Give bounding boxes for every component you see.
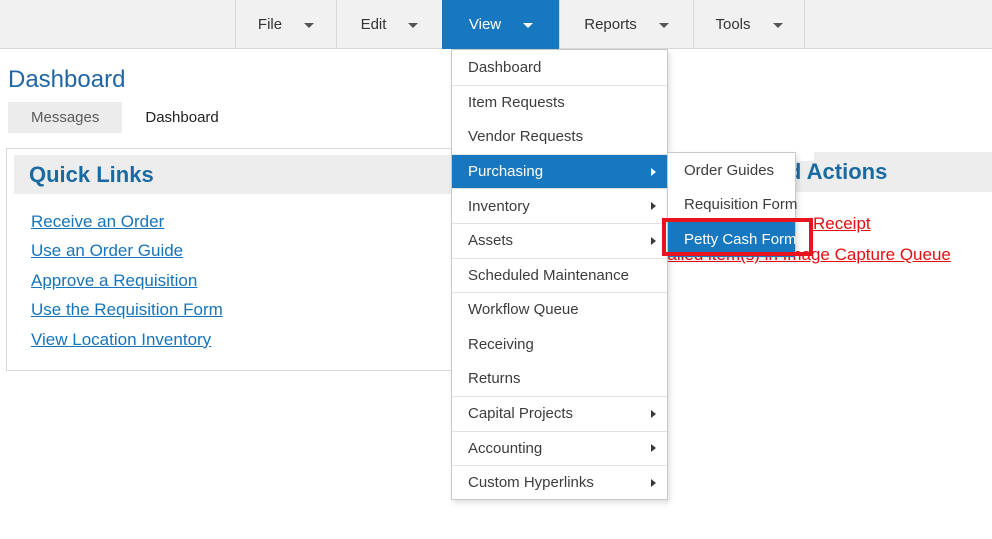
menu-tools[interactable]: Tools <box>693 0 805 49</box>
submenu-item-order-guides[interactable]: Order Guides <box>668 153 795 188</box>
purchasing-submenu: Order Guides Requisition Form Petty Cash… <box>667 152 796 257</box>
submenu-arrow-icon <box>651 444 656 452</box>
menu-edit-label: Edit <box>361 16 387 33</box>
menu-item-label: Receiving <box>468 336 534 353</box>
menu-view[interactable]: View <box>442 0 559 49</box>
menu-reports-label: Reports <box>584 16 637 33</box>
app-window: File Edit View Reports Tools Dashboard <box>0 0 992 539</box>
chevron-down-icon <box>523 23 533 28</box>
page-title: Dashboard <box>8 66 125 94</box>
menu-item-inventory[interactable]: Inventory <box>452 188 667 223</box>
menu-render-artifact <box>796 148 814 161</box>
menu-item-purchasing[interactable]: Purchasing <box>452 154 667 189</box>
menu-item-label: Workflow Queue <box>468 301 579 318</box>
menu-item-returns[interactable]: Returns <box>452 361 667 396</box>
chevron-down-icon <box>659 23 669 28</box>
menu-item-label: Scheduled Maintenance <box>468 267 629 284</box>
submenu-arrow-icon <box>651 410 656 418</box>
link-approve-a-requisition[interactable]: Approve a Requisition <box>31 266 223 295</box>
menu-item-label: Item Requests <box>468 94 565 111</box>
submenu-arrow-icon <box>651 237 656 245</box>
tab-dashboard[interactable]: Dashboard <box>122 102 241 133</box>
menu-view-label: View <box>469 16 501 33</box>
menu-edit[interactable]: Edit <box>336 0 442 49</box>
menu-item-accounting[interactable]: Accounting <box>452 431 667 466</box>
menu-item-label: Purchasing <box>468 163 543 180</box>
submenu-arrow-icon <box>651 168 656 176</box>
quick-links-title: Quick Links <box>14 162 154 188</box>
submenu-item-label: Requisition Form <box>684 196 797 213</box>
menu-item-workflow-queue[interactable]: Workflow Queue <box>452 292 667 327</box>
menu-item-receiving[interactable]: Receiving <box>452 327 667 362</box>
link-use-the-requisition-form[interactable]: Use the Requisition Form <box>31 295 223 324</box>
menu-tools-label: Tools <box>715 16 750 33</box>
menu-item-label: Vendor Requests <box>468 128 583 145</box>
menu-item-label: Inventory <box>468 198 530 215</box>
submenu-item-label: Order Guides <box>684 162 774 179</box>
menu-item-capital-projects[interactable]: Capital Projects <box>452 396 667 431</box>
chevron-down-icon <box>408 23 418 28</box>
menu-item-custom-hyperlinks[interactable]: Custom Hyperlinks <box>452 465 667 500</box>
submenu-item-requisition-form[interactable]: Requisition Form <box>668 188 795 223</box>
menu-item-scheduled-maintenance[interactable]: Scheduled Maintenance <box>452 258 667 293</box>
menu-item-label: Assets <box>468 232 513 249</box>
submenu-arrow-icon <box>651 479 656 487</box>
menu-item-label: Accounting <box>468 440 542 457</box>
submenu-item-label: Petty Cash Form <box>684 231 797 248</box>
chevron-down-icon <box>304 23 314 28</box>
menu-file[interactable]: File <box>235 0 336 49</box>
submenu-item-petty-cash-form[interactable]: Petty Cash Form <box>668 222 795 257</box>
menu-reports[interactable]: Reports <box>559 0 693 49</box>
link-receipt-alert[interactable]: Receipt <box>813 214 871 234</box>
menu-item-assets[interactable]: Assets <box>452 223 667 258</box>
menu-item-vendor-requests[interactable]: Vendor Requests <box>452 119 667 154</box>
chevron-down-icon <box>773 23 783 28</box>
tab-messages[interactable]: Messages <box>8 102 122 133</box>
menu-item-label: Capital Projects <box>468 405 573 422</box>
tab-bar: Messages Dashboard <box>8 102 242 133</box>
menu-item-label: Custom Hyperlinks <box>468 474 594 491</box>
quick-links-list: Receive an Order Use an Order Guide Appr… <box>31 207 223 354</box>
menu-item-label: Returns <box>468 370 521 387</box>
menu-item-label: Dashboard <box>468 59 541 76</box>
menu-item-item-requests[interactable]: Item Requests <box>452 85 667 120</box>
menu-item-dashboard[interactable]: Dashboard <box>452 50 667 85</box>
link-receive-an-order[interactable]: Receive an Order <box>31 207 223 236</box>
menu-bar: File Edit View Reports Tools <box>0 0 992 49</box>
view-dropdown-menu: Dashboard Item Requests Vendor Requests … <box>451 49 668 500</box>
menu-items: File Edit View Reports Tools <box>235 0 805 49</box>
menu-file-label: File <box>258 16 282 33</box>
link-use-an-order-guide[interactable]: Use an Order Guide <box>31 236 223 265</box>
submenu-arrow-icon <box>651 202 656 210</box>
link-view-location-inventory[interactable]: View Location Inventory <box>31 325 223 354</box>
